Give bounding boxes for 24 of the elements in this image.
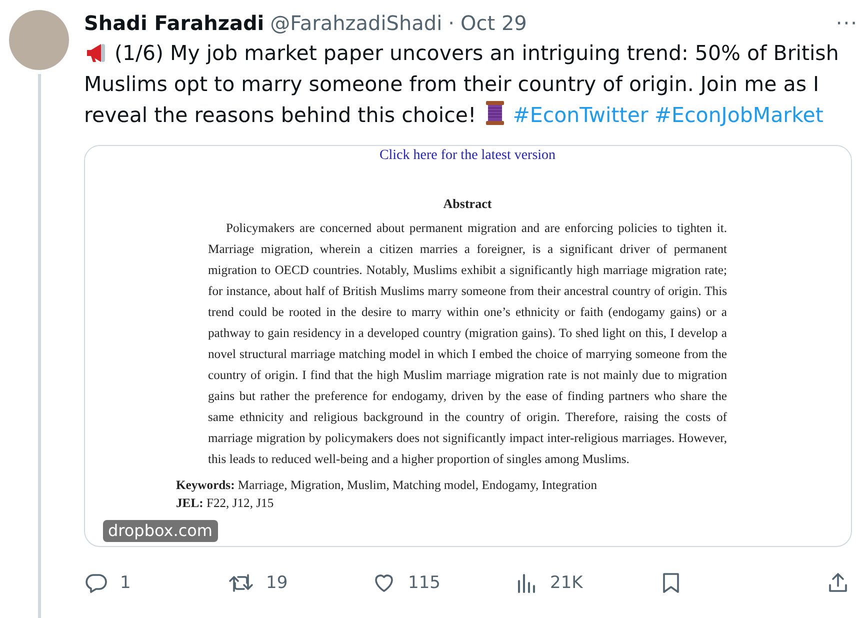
keywords-text: Keywords: Marriage, Migration, Muslim, Matching model, Endogamy, Integration bbox=[176, 478, 598, 493]
separator-dot: · bbox=[448, 11, 454, 35]
megaphone-icon bbox=[84, 42, 108, 64]
like-button[interactable]: 115 bbox=[372, 571, 516, 595]
author-name[interactable]: Shadi Farahzadi bbox=[84, 11, 264, 35]
retweet-icon bbox=[228, 571, 254, 595]
share-button[interactable] bbox=[826, 571, 850, 595]
share-icon bbox=[826, 571, 850, 595]
tweet-text: (1/6) My job market paper uncovers an intriguing trend: 50% of British Muslims opt to marry someone from their country of origin. Join me as I reveal the reasons behind this choice! #EconTwitter #EconJobMarket bbox=[84, 40, 840, 129]
tweet-date[interactable]: Oct 29 bbox=[460, 11, 527, 35]
bar-chart-icon bbox=[516, 572, 538, 594]
jel-codes: JEL: F22, J12, J15 bbox=[176, 496, 274, 511]
abstract-text: Policymakers are concerned about permanent migration and are enforcing policies to tighten it. Marriage migration, wherein a citizen marries a foreigner, is a significant driver of permanent migration to OECD countries. Notably, Muslims exhibit a significantly high marriage migration rate; for instance, about half of British Muslims marry someone from their ancestral country of origin. This trend could be rooted in the desire to marry within one’s ethnicity or faith (endogamy gains) or a pathway to gain residency in a developed country (migration gains). To shed light on this, I develop a novel structural marriage matching model in which I embed the choice of marrying someone from the country of origin. I find that the high Muslim marriage migration rate is not mainly due to migration gains but rather the preference for endogamy, driven by the ease of finding partners who share the same ethnicity and religious background in the country of origin. Therefore, raising the costs of marriage migration by policymakers does not significantly impact inter-religious marriages. However, this leads to reduced well-being and a higher proportion of singles among Muslims. bbox=[208, 220, 727, 468]
abstract-heading: Abstract bbox=[442, 196, 493, 212]
reply-button[interactable]: 1 bbox=[84, 571, 228, 595]
author-handle[interactable]: @FarahzadiShadi bbox=[270, 11, 442, 35]
bookmark-icon bbox=[660, 571, 682, 595]
views-button[interactable]: 21K bbox=[516, 572, 660, 594]
document-link[interactable]: Click here for the latest version bbox=[208, 148, 727, 164]
retweet-button[interactable]: 19 bbox=[228, 571, 372, 595]
link-card[interactable] bbox=[84, 145, 852, 547]
reply-icon bbox=[84, 571, 108, 595]
more-button[interactable]: ··· bbox=[836, 11, 858, 35]
card-domain-label[interactable]: dropbox.com bbox=[103, 520, 218, 542]
